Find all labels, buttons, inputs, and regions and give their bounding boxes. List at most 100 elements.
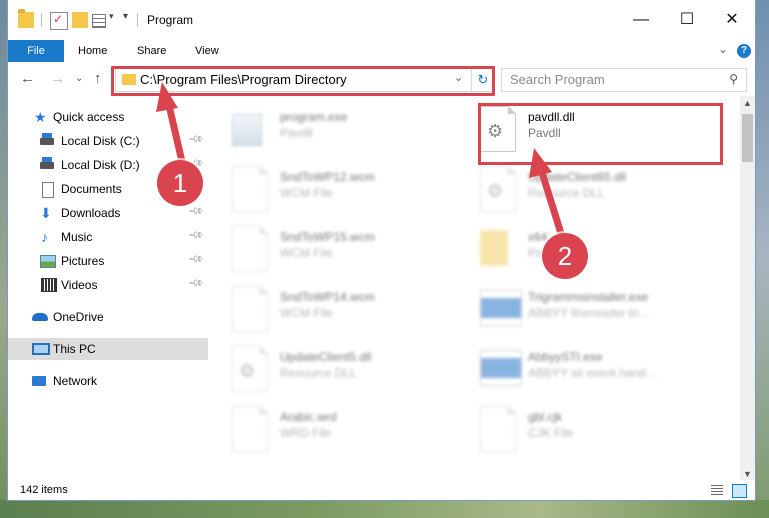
- expand-ribbon-icon[interactable]: ⌄: [718, 42, 728, 56]
- file-item[interactable]: AbbyySTI.exe ABBYY sti event hand...: [460, 342, 710, 398]
- file-type: WCM File: [280, 306, 333, 320]
- back-arrow-icon[interactable]: ←: [20, 70, 35, 87]
- file-item[interactable]: UpdateClient65.dll Resource DLL: [460, 162, 710, 218]
- pin-icon[interactable]: 📌︎: [187, 275, 204, 292]
- nav-item-local-disk-c[interactable]: Local Disk (C:) 📌︎: [8, 130, 208, 152]
- ribbon-tabs: File Home Share View ⌄ ?: [8, 40, 755, 63]
- close-button[interactable]: ✕: [709, 0, 755, 40]
- scroll-up-icon[interactable]: ▲: [743, 98, 752, 108]
- dll-file-icon: [480, 166, 516, 212]
- file-item[interactable]: SndToWP12.wcm WCM File: [212, 162, 462, 218]
- vertical-scrollbar[interactable]: ▲ ▼: [740, 96, 755, 481]
- scrollbar-thumb[interactable]: [742, 114, 753, 162]
- tab-home[interactable]: Home: [78, 40, 107, 62]
- recent-locations-caret-icon[interactable]: ⌄: [75, 73, 83, 84]
- file-type: WRD File: [280, 426, 332, 440]
- dll-file-icon: [232, 346, 268, 392]
- step-1-marker: 1: [157, 160, 203, 206]
- search-placeholder: Search Program: [510, 72, 605, 87]
- separator: [41, 13, 42, 27]
- nav-item-pictures[interactable]: Pictures 📌︎: [8, 250, 208, 272]
- pin-icon[interactable]: 📌︎: [187, 203, 204, 220]
- file-type: CJK File: [528, 426, 574, 440]
- pin-icon[interactable]: 📌︎: [187, 251, 204, 268]
- address-history-caret-icon[interactable]: ⌄: [454, 71, 463, 84]
- exe-file-icon: [232, 114, 262, 146]
- nav-item-label: Documents: [61, 182, 122, 196]
- explorer-window: ▾ ▾ Program — ☐ ✕ File Home Share View ⌄…: [8, 0, 755, 500]
- file-type: WCM File: [280, 186, 333, 200]
- file-name: UpdateClient5.dll: [280, 350, 372, 364]
- file-type: Resource DLL: [528, 186, 605, 200]
- star-icon: ★: [34, 109, 47, 125]
- large-icons-view-icon[interactable]: [732, 484, 747, 498]
- disk-icon: [40, 157, 54, 169]
- properties-icon[interactable]: [50, 12, 68, 30]
- forward-arrow-icon[interactable]: →: [50, 70, 65, 87]
- file-item[interactable]: SndToWP14.wcm WCM File: [212, 282, 462, 338]
- view-options-icon[interactable]: [92, 14, 106, 28]
- navigation-bar: ← → ⌄ ↑ C:\Program Files\Program Directo…: [8, 62, 755, 96]
- file-item[interactable]: program.exe Pavdll: [212, 102, 462, 158]
- nav-item-label: Quick access: [53, 110, 125, 124]
- address-path[interactable]: C:\Program Files\Program Directory: [140, 72, 347, 87]
- file-type: ABBYY sti event hand...: [528, 366, 656, 380]
- file-name: SndToWP12.wcm: [280, 170, 375, 184]
- pin-icon[interactable]: 📌︎: [187, 227, 204, 244]
- title-bar: ▾ ▾ Program — ☐ ✕: [8, 0, 755, 40]
- network-icon: [32, 376, 46, 386]
- file-item[interactable]: UpdateClient5.dll Resource DLL: [212, 342, 462, 398]
- document-file-icon: [480, 406, 516, 452]
- help-icon[interactable]: ?: [737, 44, 751, 58]
- search-icon[interactable]: ⚲: [729, 72, 738, 86]
- file-item[interactable]: SndToWP15.wcm WCM File: [212, 222, 462, 278]
- file-type: Pavdll: [280, 126, 313, 140]
- file-name: UpdateClient65.dll: [528, 170, 627, 184]
- nav-item-onedrive[interactable]: OneDrive: [8, 306, 208, 328]
- customize-toolbar-icon[interactable]: ▾: [123, 11, 128, 22]
- nav-item-label: Network: [53, 374, 98, 388]
- new-folder-icon[interactable]: [72, 12, 88, 28]
- details-view-icon[interactable]: [711, 485, 723, 495]
- nav-item-videos[interactable]: Videos 📌︎: [8, 274, 208, 296]
- music-icon: ♪: [41, 229, 48, 245]
- pin-icon[interactable]: 📌︎: [187, 131, 204, 148]
- onedrive-icon: [32, 313, 48, 321]
- maximize-button[interactable]: ☐: [664, 0, 710, 40]
- desktop-background-right: [755, 0, 769, 518]
- nav-item-label: Music: [61, 230, 93, 244]
- nav-item-label: Pictures: [61, 254, 105, 268]
- scroll-down-icon[interactable]: ▼: [743, 469, 752, 479]
- navigation-pane: ★ Quick access Local Disk (C:) 📌︎ Local …: [8, 100, 208, 475]
- tab-view[interactable]: View: [195, 40, 219, 62]
- document-file-icon: [232, 286, 268, 332]
- search-input[interactable]: Search Program ⚲: [501, 68, 747, 92]
- nav-item-this-pc[interactable]: This PC: [8, 338, 208, 360]
- document-file-icon: [232, 226, 268, 272]
- file-name: pavdll.dll: [528, 110, 575, 124]
- folder-icon: [18, 9, 34, 28]
- item-count: 142 items: [20, 484, 68, 496]
- minimize-button[interactable]: —: [618, 0, 664, 40]
- file-item[interactable]: Trigrammsinstaller.exe ABBYY finereader …: [460, 282, 710, 338]
- tab-share[interactable]: Share: [137, 40, 166, 62]
- disk-icon: [40, 133, 54, 145]
- address-bar[interactable]: C:\Program Files\Program Directory ⌄ ↻: [115, 68, 495, 92]
- file-item[interactable]: gbl.cjk CJK File: [460, 402, 710, 458]
- exe-file-icon: [480, 350, 522, 386]
- file-item-pavdll[interactable]: pavdll.dll Pavdll: [460, 102, 710, 158]
- nav-item-label: Local Disk (D:): [61, 158, 140, 172]
- nav-item-label: This PC: [53, 342, 96, 356]
- nav-item-network[interactable]: Network: [8, 370, 208, 392]
- nav-item-music[interactable]: ♪ Music 📌︎: [8, 226, 208, 248]
- status-bar: 142 items: [8, 480, 755, 500]
- refresh-button[interactable]: ↻: [471, 69, 494, 91]
- up-arrow-icon[interactable]: ↑: [94, 70, 102, 87]
- step-2-marker: 2: [542, 233, 588, 279]
- nav-item-quick-access[interactable]: ★ Quick access: [8, 106, 208, 128]
- file-type: ABBYY finereader tri...: [528, 306, 649, 320]
- dll-file-icon: [480, 106, 516, 152]
- tab-file[interactable]: File: [8, 40, 64, 62]
- file-item[interactable]: Arabic.wrd WRD File: [212, 402, 462, 458]
- view-options-caret-icon[interactable]: ▾: [109, 11, 114, 22]
